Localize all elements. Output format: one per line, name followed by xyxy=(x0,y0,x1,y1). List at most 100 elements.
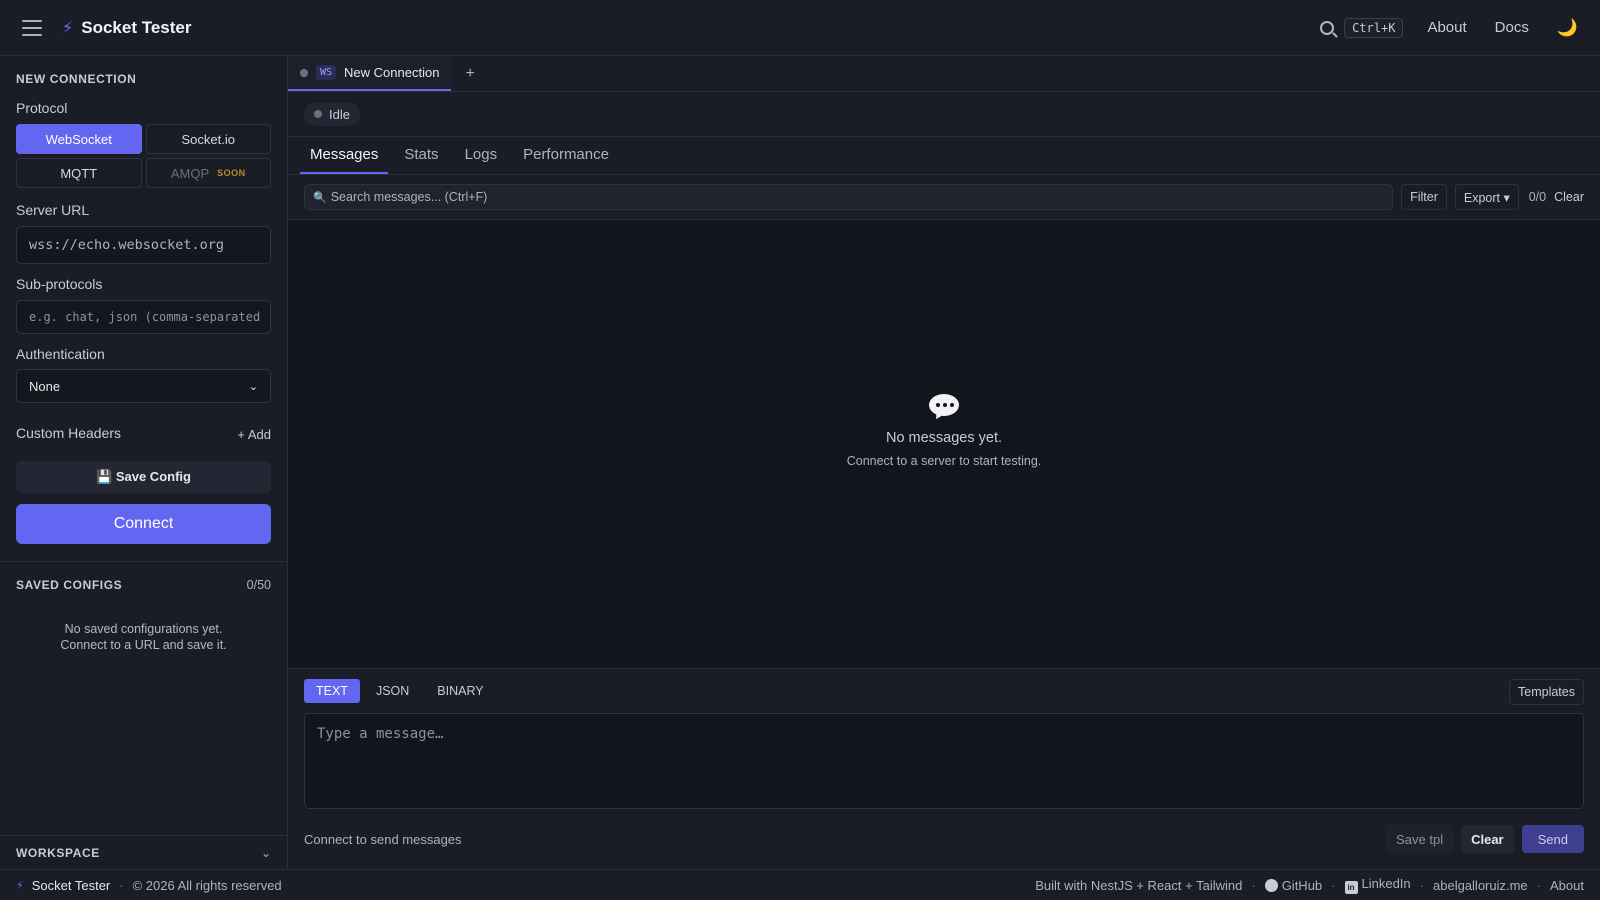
footer-about-link[interactable]: About xyxy=(1550,878,1584,893)
format-text-button[interactable]: TEXT xyxy=(304,679,360,703)
menu-icon[interactable] xyxy=(22,19,42,36)
header-actions: Ctrl+K About Docs 🌙 xyxy=(1320,17,1584,38)
about-link[interactable]: About xyxy=(1427,19,1466,36)
protocol-mqtt-button[interactable]: MQTT xyxy=(16,158,142,188)
status-text: Idle xyxy=(329,106,350,122)
server-url-input[interactable]: wss://echo.websocket.org xyxy=(16,226,271,264)
format-json-button[interactable]: JSON xyxy=(364,679,421,703)
status-badge: Idle xyxy=(304,102,360,126)
search-icon[interactable] xyxy=(1320,20,1335,35)
protocol-websocket-button[interactable]: WebSocket xyxy=(16,124,142,154)
linkedin-icon: in xyxy=(1344,881,1358,894)
separator: · xyxy=(1536,877,1542,893)
connection-tabs: WS New Connection + xyxy=(288,56,1600,92)
server-url-label: Server URL xyxy=(16,202,90,218)
empty-state: No messages yet. Connect to a server to … xyxy=(288,394,1600,468)
tab-stats[interactable]: Stats xyxy=(394,137,448,174)
website-link[interactable]: abelgalloruiz.me xyxy=(1433,878,1528,893)
chevron-down-icon: ⌄ xyxy=(248,380,258,393)
brand: ⚡ Socket Tester xyxy=(62,18,191,38)
footer-links: Built with NestJS + React + Tailwind · G… xyxy=(1035,876,1584,894)
lightning-bolt-icon: ⚡ xyxy=(16,879,24,892)
protocol-label: Protocol xyxy=(16,100,68,116)
format-selector: TEXT JSON BINARY xyxy=(304,679,500,703)
custom-headers-label: Custom Headers xyxy=(16,425,122,441)
divider xyxy=(0,561,287,562)
docs-link[interactable]: Docs xyxy=(1495,19,1529,36)
send-button[interactable]: Send xyxy=(1521,825,1584,853)
protocol-amqp-button: AMQP SOON xyxy=(145,158,271,188)
protocol-amqp-label: AMQP xyxy=(170,165,210,181)
export-button[interactable]: Export ▾ xyxy=(1454,184,1519,210)
separator: · xyxy=(1251,877,1256,893)
workspace-toggle[interactable]: WORKSPACE ⌄ xyxy=(0,836,287,869)
sidebar: NEW CONNECTION Protocol WebSocket Socket… xyxy=(0,56,288,869)
chat-bubble-icon xyxy=(929,394,959,422)
tab-new-connection[interactable]: WS New Connection xyxy=(288,56,452,91)
authentication-value: None xyxy=(29,378,61,394)
chevron-down-icon: ⌄ xyxy=(260,845,271,860)
separator: · xyxy=(1419,877,1424,893)
search-icon: 🔍 xyxy=(313,191,327,204)
format-binary-button[interactable]: BINARY xyxy=(425,679,495,703)
add-tab-button[interactable]: + xyxy=(451,56,488,91)
linkedin-link[interactable]: in LinkedIn xyxy=(1344,876,1411,894)
message-input[interactable]: Type a message… xyxy=(304,713,1584,809)
separator: · xyxy=(119,877,124,893)
clear-messages-button[interactable]: Clear xyxy=(1554,190,1584,204)
save-config-button[interactable]: 💾 Save Config xyxy=(16,461,271,493)
messages-toolbar: 🔍 Search messages... (Ctrl+F) Filter Exp… xyxy=(288,175,1600,220)
protocol-selector: WebSocket Socket.io MQTT AMQP SOON xyxy=(16,124,271,188)
tab-messages[interactable]: Messages xyxy=(300,137,389,174)
filter-button[interactable]: Filter xyxy=(1401,184,1447,210)
composer-hint: Connect to send messages xyxy=(304,832,462,847)
main-panel: WS New Connection + Idle Messages Stats … xyxy=(288,56,1600,869)
authentication-select[interactable]: None ⌄ xyxy=(16,369,271,403)
lightning-bolt-icon: ⚡ xyxy=(62,19,74,37)
saved-configs-count: 0/50 xyxy=(246,578,271,592)
search-shortcut: Ctrl+K xyxy=(1344,17,1404,38)
composer-actions: Save tpl Clear Send xyxy=(1378,825,1584,853)
messages-list: No messages yet. Connect to a server to … xyxy=(288,220,1600,669)
ws-badge: WS xyxy=(316,65,337,80)
workspace-title: WORKSPACE xyxy=(16,845,100,860)
saved-configs-empty-line1: No saved configurations yet. xyxy=(64,622,223,636)
status-dot xyxy=(314,110,322,118)
new-connection-title: NEW CONNECTION xyxy=(16,72,137,86)
empty-subtitle: Connect to a server to start testing. xyxy=(846,454,1042,468)
subprotocols-input[interactable]: e.g. chat, json (comma-separated xyxy=(16,300,271,334)
github-link[interactable]: GitHub xyxy=(1264,877,1323,893)
github-icon xyxy=(1264,878,1278,892)
moon-icon[interactable]: 🌙 xyxy=(1557,18,1578,38)
separator: · xyxy=(1331,877,1336,893)
status-row: Idle xyxy=(288,92,1600,137)
search-messages-input[interactable]: 🔍 Search messages... (Ctrl+F) xyxy=(304,184,1394,210)
protocol-socketio-button[interactable]: Socket.io xyxy=(145,124,271,154)
footer-brand: Socket Tester xyxy=(31,877,111,893)
add-header-button[interactable]: + Add xyxy=(237,427,271,442)
tab-logs[interactable]: Logs xyxy=(455,137,508,174)
clear-input-button[interactable]: Clear xyxy=(1461,825,1514,853)
footer-copyright: © 2026 All rights reserved xyxy=(132,877,282,893)
message-count: 0/0 xyxy=(1528,190,1547,204)
view-tabs: Messages Stats Logs Performance xyxy=(288,137,1600,175)
connect-button[interactable]: Connect xyxy=(16,504,271,544)
linkedin-label: LinkedIn xyxy=(1361,876,1411,891)
empty-title: No messages yet. xyxy=(885,430,1003,446)
subprotocols-label: Sub-protocols xyxy=(16,276,103,292)
saved-configs-title: SAVED CONFIGS xyxy=(16,578,123,592)
message-composer: TEXT JSON BINARY Templates Type a messag… xyxy=(288,669,1600,869)
github-label: GitHub xyxy=(1281,877,1323,893)
templates-button[interactable]: Templates xyxy=(1509,679,1584,705)
saved-configs-empty-line2: Connect to a URL and save it. xyxy=(60,638,227,652)
built-with-text: Built with NestJS + React + Tailwind xyxy=(1035,877,1243,893)
status-dot xyxy=(300,68,308,77)
tab-label: New Connection xyxy=(344,65,440,80)
footer: ⚡ Socket Tester · © 2026 All rights rese… xyxy=(0,869,1600,900)
authentication-label: Authentication xyxy=(16,346,105,362)
app-title: Socket Tester xyxy=(81,17,192,37)
save-template-button[interactable]: Save tpl xyxy=(1386,825,1454,853)
soon-badge: SOON xyxy=(217,168,246,178)
top-bar: ⚡ Socket Tester Ctrl+K About Docs 🌙 xyxy=(0,0,1600,56)
tab-performance[interactable]: Performance xyxy=(513,137,619,174)
